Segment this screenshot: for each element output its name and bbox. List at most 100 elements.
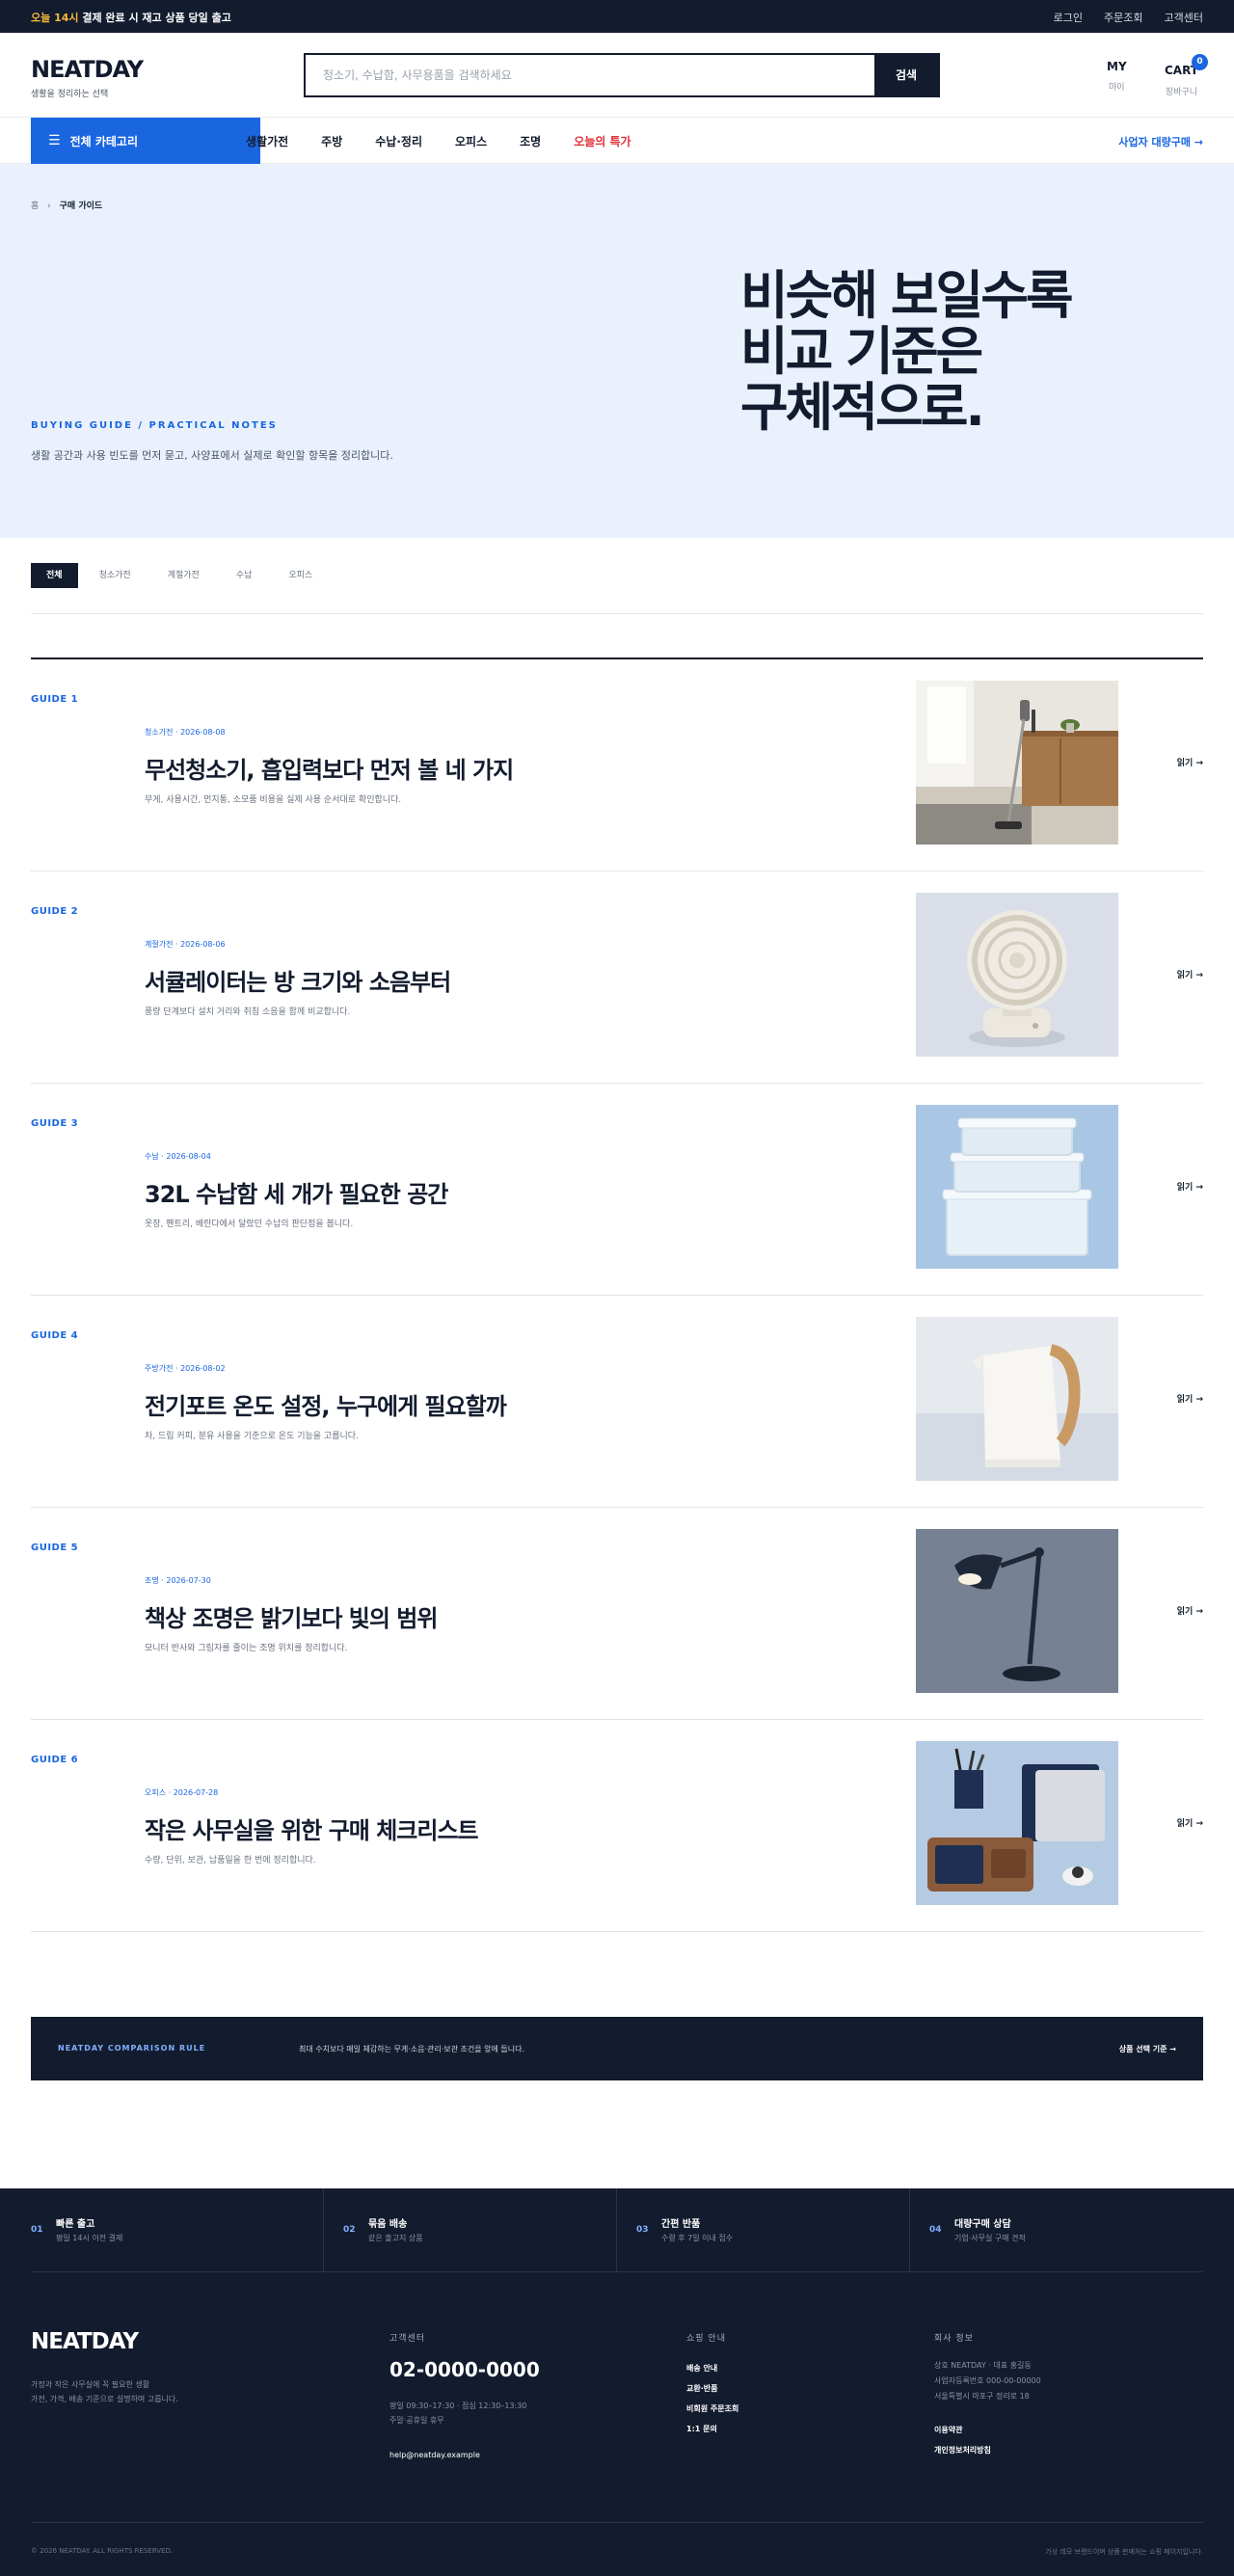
all-categories-button[interactable]: ☰ 전체 카테고리 bbox=[31, 118, 260, 164]
exchange-return-link[interactable]: 교환·반품 bbox=[686, 2378, 738, 2399]
privacy-policy-link[interactable]: 개인정보처리방침 bbox=[934, 2440, 991, 2460]
guide-row[interactable]: GUIDE 1 청소가전 · 2026-08-08 무선청소기, 흡입력보다 먼… bbox=[31, 659, 1203, 872]
guide-row[interactable]: GUIDE 4 주방가전 · 2026-08-02 전기포트 온도 설정, 누구… bbox=[31, 1296, 1203, 1508]
feature-number: 03 bbox=[636, 2225, 649, 2235]
guide-row[interactable]: GUIDE 6 오피스 · 2026-07-28 작은 사무실을 위한 구매 체… bbox=[31, 1720, 1203, 1932]
nav-item-storage[interactable]: 수납·정리 bbox=[375, 133, 422, 149]
guide-description: 풍량 단계보다 설치 거리와 취침 소음을 함께 비교합니다. bbox=[145, 1007, 351, 1017]
menu-icon: ☰ bbox=[48, 133, 61, 148]
guide-title[interactable]: 작은 사무실을 위한 구매 체크리스트 bbox=[145, 1811, 479, 1845]
hero-title: 비슷해 보일수록 비교 기준은 구체적으로. bbox=[740, 265, 1074, 438]
breadcrumb-current: 구매 가이드 bbox=[59, 201, 103, 211]
guide-title[interactable]: 서큘레이터는 방 크기와 소음부터 bbox=[145, 963, 451, 997]
utility-links: 로그인 주문조회 고객센터 bbox=[1054, 10, 1203, 25]
site-logo[interactable]: NEATDAY bbox=[31, 56, 144, 83]
electric-kettle-image[interactable] bbox=[916, 1317, 1118, 1481]
read-link[interactable]: 읽기 → bbox=[1177, 756, 1203, 768]
filter-all[interactable]: 전체 bbox=[31, 563, 78, 588]
my-page-button[interactable]: MY 마이 bbox=[1107, 60, 1127, 93]
cs-hours: 평일 09:30–17:30 · 점심 12:30–13:30 주말·공휴일 휴… bbox=[389, 2402, 527, 2425]
shipping-info-link[interactable]: 배송 안내 bbox=[686, 2358, 738, 2378]
feature-title: 빠른 출고 bbox=[56, 2219, 95, 2230]
cs-phone[interactable]: 02-0000-0000 bbox=[389, 2358, 540, 2381]
nav-item-lighting[interactable]: 조명 bbox=[520, 133, 541, 149]
search-button[interactable]: 검색 bbox=[874, 55, 938, 95]
shopping-guide-links: 배송 안내 교환·반품 비회원 주문조회 1:1 문의 bbox=[686, 2358, 738, 2439]
cart-button[interactable]: CART 0 장바구니 bbox=[1165, 54, 1208, 97]
hero-section: 홈 › 구매 가이드 BUYING GUIDE / PRACTICAL NOTE… bbox=[0, 164, 1234, 538]
cart-label: CART 0 bbox=[1165, 54, 1208, 77]
main-nav: ☰ 전체 카테고리 생활가전 주방 수납·정리 오피스 조명 오늘의 특가 사업… bbox=[0, 118, 1234, 164]
feature-easy-return: 03 간편 반품 수령 후 7일 이내 접수 bbox=[617, 2188, 910, 2271]
guide-meta: 오피스 · 2026-07-28 bbox=[145, 1788, 219, 1797]
feature-number: 04 bbox=[929, 2225, 942, 2235]
nav-item-appliances[interactable]: 생활가전 bbox=[246, 133, 288, 149]
guide-number: GUIDE 1 bbox=[31, 694, 79, 705]
read-link[interactable]: 읽기 → bbox=[1177, 968, 1203, 980]
guide-description: 옷장, 팬트리, 베란다에서 달랐던 수납의 판단점을 봅니다. bbox=[145, 1220, 354, 1229]
filter-storage[interactable]: 수납 bbox=[221, 563, 268, 588]
inquiry-link[interactable]: 1:1 문의 bbox=[686, 2419, 738, 2439]
guide-number: GUIDE 2 bbox=[31, 906, 79, 917]
filter-office[interactable]: 오피스 bbox=[273, 563, 328, 588]
filter-seasonal[interactable]: 계절가전 bbox=[152, 563, 215, 588]
guide-row[interactable]: GUIDE 3 수납 · 2026-08-04 32L 수납함 세 개가 필요한… bbox=[31, 1084, 1203, 1296]
feature-number: 01 bbox=[31, 2225, 43, 2235]
read-link[interactable]: 읽기 → bbox=[1177, 1816, 1203, 1829]
guide-row[interactable]: GUIDE 5 조명 · 2026-07-30 책상 조명은 밝기보다 빛의 범… bbox=[31, 1508, 1203, 1720]
selection-criteria-link[interactable]: 상품 선택 기준 → bbox=[1119, 2044, 1176, 2054]
hero-description: 생활 공간과 사용 빈도를 먼저 묻고, 사양표에서 실제로 확인할 항목을 정… bbox=[31, 449, 393, 462]
guide-meta: 주방가전 · 2026-08-02 bbox=[145, 1364, 226, 1373]
guide-meta: 수납 · 2026-08-04 bbox=[145, 1152, 211, 1161]
cs-email[interactable]: help@neatday.example bbox=[389, 2451, 480, 2459]
circulator-fan-image[interactable] bbox=[916, 893, 1118, 1057]
login-link[interactable]: 로그인 bbox=[1054, 10, 1083, 25]
guide-title[interactable]: 전기포트 온도 설정, 누구에게 필요할까 bbox=[145, 1387, 507, 1421]
guide-description: 수량, 단위, 보관, 납품일을 한 번에 정리합니다. bbox=[145, 1856, 316, 1865]
guide-number: GUIDE 3 bbox=[31, 1118, 79, 1129]
order-lookup-link[interactable]: 주문조회 bbox=[1104, 10, 1142, 25]
nav-item-office[interactable]: 오피스 bbox=[455, 133, 487, 149]
guide-meta: 청소가전 · 2026-08-08 bbox=[145, 728, 226, 737]
bulk-purchase-link[interactable]: 사업자 대량구매 → bbox=[1118, 134, 1203, 149]
guide-title[interactable]: 책상 조명은 밝기보다 빛의 범위 bbox=[145, 1599, 438, 1633]
footer-bottom-divider bbox=[31, 2522, 1203, 2523]
search-bar: 청소기, 수납함, 사무용품을 검색하세요 검색 bbox=[304, 53, 940, 97]
nav-item-todays-deal[interactable]: 오늘의 특가 bbox=[574, 133, 630, 149]
desk-lamp-image[interactable] bbox=[916, 1529, 1118, 1693]
vacuum-image[interactable] bbox=[916, 681, 1118, 845]
category-filter-tabs: 전체 청소가전 계절가전 수납 오피스 bbox=[31, 563, 328, 588]
footer-logo[interactable]: NEATDAY bbox=[31, 2329, 139, 2354]
terms-link[interactable]: 이용약관 bbox=[934, 2420, 991, 2440]
cs-heading: 고객센터 bbox=[389, 2334, 426, 2344]
guest-order-lookup-link[interactable]: 비회원 주문조회 bbox=[686, 2399, 738, 2419]
filter-cleaning[interactable]: 청소가전 bbox=[84, 563, 147, 588]
guide-title[interactable]: 무선청소기, 흡입력보다 먼저 볼 네 가지 bbox=[145, 751, 514, 785]
guide-description: 차, 드립 커피, 분유 사용을 기준으로 온도 기능을 고릅니다. bbox=[145, 1432, 359, 1441]
site-header: NEATDAY 생활을 정리하는 선택 청소기, 수납함, 사무용품을 검색하세… bbox=[0, 33, 1234, 118]
storage-box-image[interactable] bbox=[916, 1105, 1118, 1269]
cart-sublabel: 장바구니 bbox=[1165, 88, 1198, 97]
feature-subtitle: 기업·사무실 구매 견적 bbox=[954, 2234, 1026, 2242]
comparison-rule-banner: NEATDAY COMPARISON RULE 최대 수치보다 매일 체감하는 … bbox=[31, 2017, 1203, 2080]
office-supplies-image[interactable] bbox=[916, 1741, 1118, 1905]
guide-description: 무게, 사용시간, 먼지통, 소모품 비용을 실제 사용 순서대로 확인합니다. bbox=[145, 795, 402, 805]
guide-number: GUIDE 4 bbox=[31, 1330, 79, 1341]
footer-divider bbox=[31, 2271, 1203, 2272]
breadcrumb-home[interactable]: 홈 bbox=[31, 201, 39, 211]
read-link[interactable]: 읽기 → bbox=[1177, 1604, 1203, 1617]
category-links: 생활가전 주방 수납·정리 오피스 조명 오늘의 특가 bbox=[246, 118, 631, 164]
customer-center-link[interactable]: 고객센터 bbox=[1165, 10, 1203, 25]
feature-fast-shipping: 01 빠른 출고 평일 14시 이전 결제 bbox=[31, 2188, 324, 2271]
nav-item-kitchen[interactable]: 주방 bbox=[321, 133, 342, 149]
logo-tagline: 생활을 정리하는 선택 bbox=[31, 90, 109, 99]
company-info-heading: 회사 정보 bbox=[934, 2334, 974, 2344]
my-label: MY bbox=[1107, 60, 1127, 73]
guide-row[interactable]: GUIDE 2 계절가전 · 2026-08-06 서큘레이터는 방 크기와 소… bbox=[31, 872, 1203, 1084]
search-input[interactable]: 청소기, 수납함, 사무용품을 검색하세요 bbox=[306, 55, 874, 95]
guide-number: GUIDE 5 bbox=[31, 1543, 79, 1553]
read-link[interactable]: 읽기 → bbox=[1177, 1180, 1203, 1193]
read-link[interactable]: 읽기 → bbox=[1177, 1392, 1203, 1405]
feature-title: 대량구매 상담 bbox=[954, 2219, 1011, 2230]
guide-title[interactable]: 32L 수납함 세 개가 필요한 공간 bbox=[145, 1175, 448, 1209]
